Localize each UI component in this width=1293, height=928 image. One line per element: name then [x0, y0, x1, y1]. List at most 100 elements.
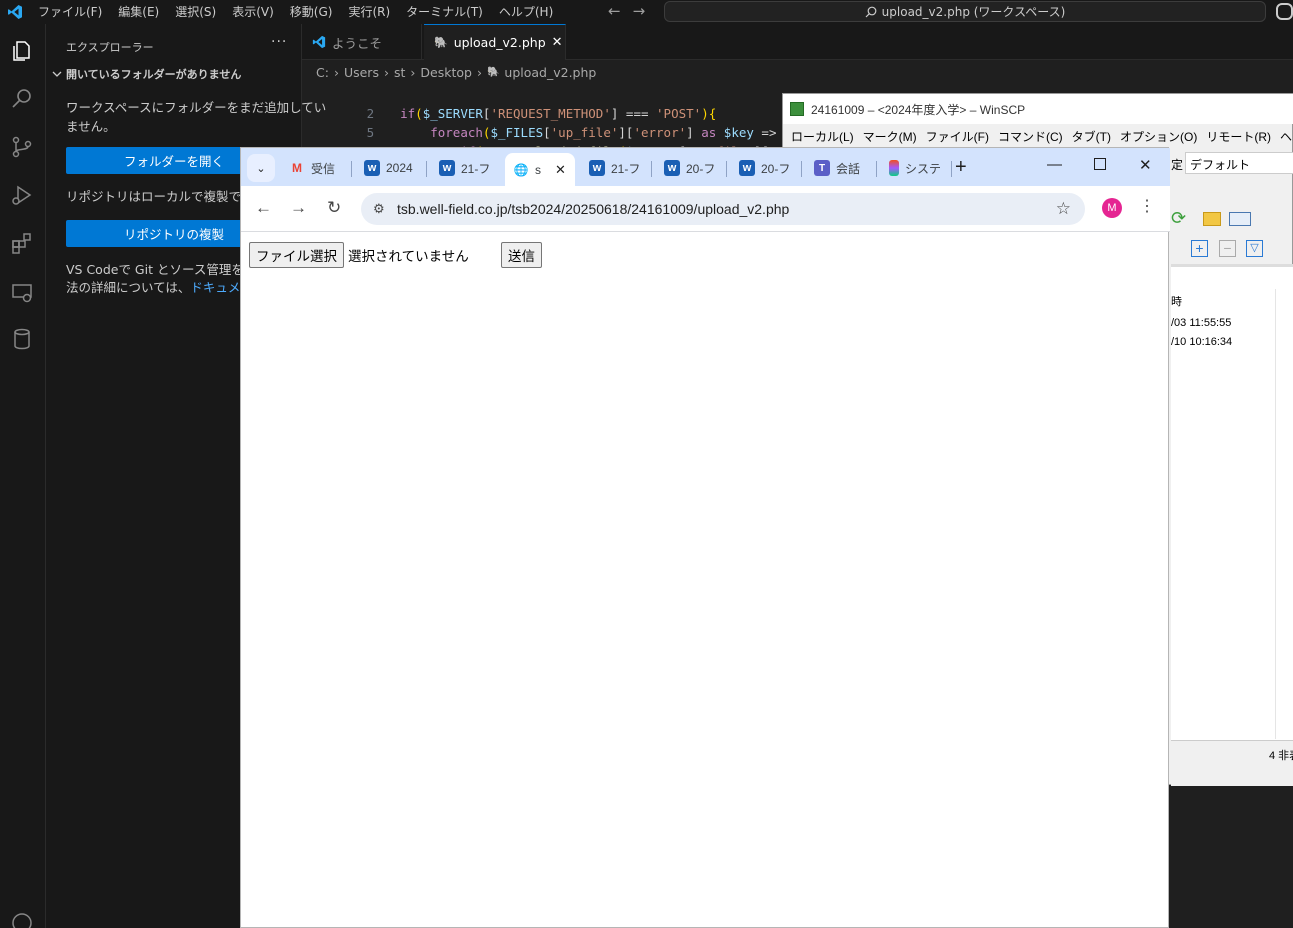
winscp-menu-tab[interactable]: タブ(T) [1072, 128, 1111, 145]
chrome-tab[interactable]: w 20-フ [731, 153, 793, 183]
reload-icon[interactable]: ↻ [327, 198, 341, 218]
chrome-tab[interactable]: w 21-フ [581, 153, 643, 183]
more-actions-icon[interactable]: ··· [271, 34, 287, 50]
chrome-tab[interactable]: システ [881, 153, 943, 183]
code-line[interactable]: 13 if(move_uploaded_file($_FILES['up_fil… [302, 123, 799, 159]
explorer-icon[interactable] [9, 38, 35, 64]
command-center[interactable]: upload_v2.php (ワークスペース) [664, 1, 1266, 22]
file-status-text: 選択されていません [348, 249, 469, 264]
column-divider [1275, 289, 1276, 739]
chrome-tab-title: 会話 [836, 161, 861, 176]
winscp-menu-remote[interactable]: リモート(R) [1206, 128, 1271, 145]
winscp-statusbar: 4 非表 [1171, 740, 1293, 786]
view-icon[interactable] [1229, 212, 1251, 226]
menu-selection[interactable]: 選択(S) [167, 0, 224, 24]
remote-explorer-icon[interactable] [9, 280, 35, 306]
remote-file-list[interactable]: 時 /03 11:55:55 /10 10:16:34 [1171, 266, 1293, 740]
forward-arrow-icon[interactable]: → [633, 2, 646, 20]
chrome-tab[interactable]: T 会話 [806, 153, 868, 183]
menu-run[interactable]: 実行(R) [340, 0, 398, 24]
winscp-menu-help[interactable]: ヘルプ(H) [1280, 128, 1293, 145]
breadcrumb-item[interactable]: upload_v2.php [504, 65, 596, 80]
breadcrumb-item[interactable]: C: [316, 65, 329, 80]
site-info-icon[interactable]: ⚙ [373, 201, 385, 217]
submit-button[interactable]: 送信 [501, 242, 542, 268]
database-icon[interactable] [9, 326, 35, 352]
winscp-title: 24161009 – <2024年度入学> – WinSCP [811, 102, 1026, 117]
scm-text-1: VS Codeで Git とソース管理を使用 [66, 262, 269, 277]
no-folder-section[interactable]: 開いているフォルダーがありません [52, 66, 241, 82]
menu-edit[interactable]: 編集(E) [110, 0, 167, 24]
chrome-tab[interactable]: w 2024 [356, 153, 418, 183]
winscp-menu-file[interactable]: ファイル(F) [926, 128, 989, 145]
chrome-toolbar: ← → ↻ ⚙ tsb.well-field.co.jp/tsb2024/202… [241, 186, 1170, 232]
chrome-tabstrip: ⌄ M 受信 w 2024 w 21-フ 🌐 s ✕ w 21-フ w 20-フ [241, 148, 1170, 186]
winscp-menubar: ローカル(L) マーク(M) ファイル(F) コマンド(C) タブ(T) オプシ… [791, 128, 1293, 145]
winscp-logo-icon [790, 102, 804, 116]
back-arrow-icon[interactable]: ← [255, 198, 272, 218]
code-line[interactable]: 2 if($_SERVER['REQUEST_METHOD'] === 'POST… [302, 85, 717, 121]
close-icon[interactable]: ✕ [552, 35, 563, 50]
accounts-icon[interactable] [9, 908, 35, 928]
teams-icon: T [814, 160, 830, 176]
chrome-tab[interactable]: w 21-フ [431, 153, 493, 183]
maximize-icon[interactable] [1094, 158, 1106, 170]
refresh-icon[interactable]: ⟳ [1171, 208, 1186, 229]
close-tab-icon[interactable]: ✕ [555, 162, 566, 178]
chrome-window: ⌄ M 受信 w 2024 w 21-フ 🌐 s ✕ w 21-フ w 20-フ [240, 147, 1170, 928]
vscode-logo-icon [0, 0, 30, 24]
chevron-down-icon [52, 71, 62, 77]
copilot-icon[interactable] [1276, 3, 1293, 20]
menu-terminal[interactable]: ターミナル(T) [398, 0, 491, 24]
winscp-menu-command[interactable]: コマンド(C) [998, 128, 1063, 145]
breadcrumb-item[interactable]: Users [344, 65, 379, 80]
menu-help[interactable]: ヘルプ(H) [491, 0, 561, 24]
transfer-setting-select[interactable]: デフォルト [1185, 152, 1293, 174]
site-w-icon: w [589, 160, 605, 176]
choose-file-button[interactable]: ファイル選択 [249, 242, 344, 268]
breadcrumb-item[interactable]: st [394, 65, 405, 80]
no-folder-text-2: ません。 [66, 119, 116, 134]
site-w-icon: w [739, 160, 755, 176]
breadcrumb-separator-icon: › [333, 65, 339, 80]
source-control-icon[interactable] [9, 134, 35, 160]
profile-avatar[interactable]: M [1102, 198, 1122, 218]
chrome-tab[interactable]: M 受信 [281, 153, 343, 183]
tab-welcome[interactable]: ようこそ [302, 24, 422, 60]
breadcrumb-item[interactable]: Desktop [420, 65, 472, 80]
chrome-tab[interactable]: w 20-フ [656, 153, 718, 183]
forward-arrow-icon[interactable]: → [290, 198, 307, 218]
no-folder-text-1: ワークスペースにフォルダーをまだ追加してい [66, 100, 327, 115]
address-bar[interactable]: ⚙ tsb.well-field.co.jp/tsb2024/20250618/… [361, 193, 1085, 225]
run-debug-icon[interactable] [9, 182, 35, 208]
column-header-time[interactable]: 時 [1171, 293, 1182, 309]
search-icon[interactable] [9, 86, 35, 112]
winscp-menu-mark[interactable]: マーク(M) [863, 128, 917, 145]
chrome-tab-active[interactable]: 🌐 s ✕ [505, 153, 575, 186]
extensions-icon[interactable] [9, 230, 35, 256]
kebab-menu-icon[interactable]: ⋮ [1139, 196, 1155, 216]
breadcrumb-separator-icon: › [410, 65, 416, 80]
menu-file[interactable]: ファイル(F) [30, 0, 110, 24]
menu-view[interactable]: 表示(V) [224, 0, 282, 24]
chrome-tab-title: s [535, 162, 541, 177]
tab-search-chevron-icon[interactable]: ⌄ [247, 154, 275, 182]
code-line[interactable]: 5 foreach($_FILES['up_file']['error'] as… [302, 104, 807, 140]
winscp-menu-local[interactable]: ローカル(L) [791, 128, 854, 145]
site-w-icon: w [364, 160, 380, 176]
menu-go[interactable]: 移動(G) [282, 0, 341, 24]
back-arrow-icon[interactable]: ← [608, 2, 621, 20]
tab-upload-v2[interactable]: 🐘 upload_v2.php ✕ [424, 24, 566, 60]
filter-icon[interactable]: ▽ [1246, 240, 1263, 257]
vscode-logo-icon [312, 35, 326, 49]
remove-icon[interactable]: − [1219, 240, 1236, 257]
close-window-icon[interactable]: ✕ [1139, 156, 1152, 174]
winscp-menu-options[interactable]: オプション(O) [1120, 128, 1197, 145]
folder-icon[interactable] [1203, 212, 1221, 226]
add-icon[interactable]: + [1191, 240, 1208, 257]
editor-tabs: ようこそ 🐘 upload_v2.php ✕ [302, 24, 1293, 60]
new-tab-plus-icon[interactable]: + [955, 156, 967, 179]
bookmark-star-icon[interactable]: ☆ [1056, 199, 1071, 219]
minimize-icon[interactable]: — [1047, 156, 1062, 173]
chrome-tab-title: 20-フ [761, 161, 791, 176]
